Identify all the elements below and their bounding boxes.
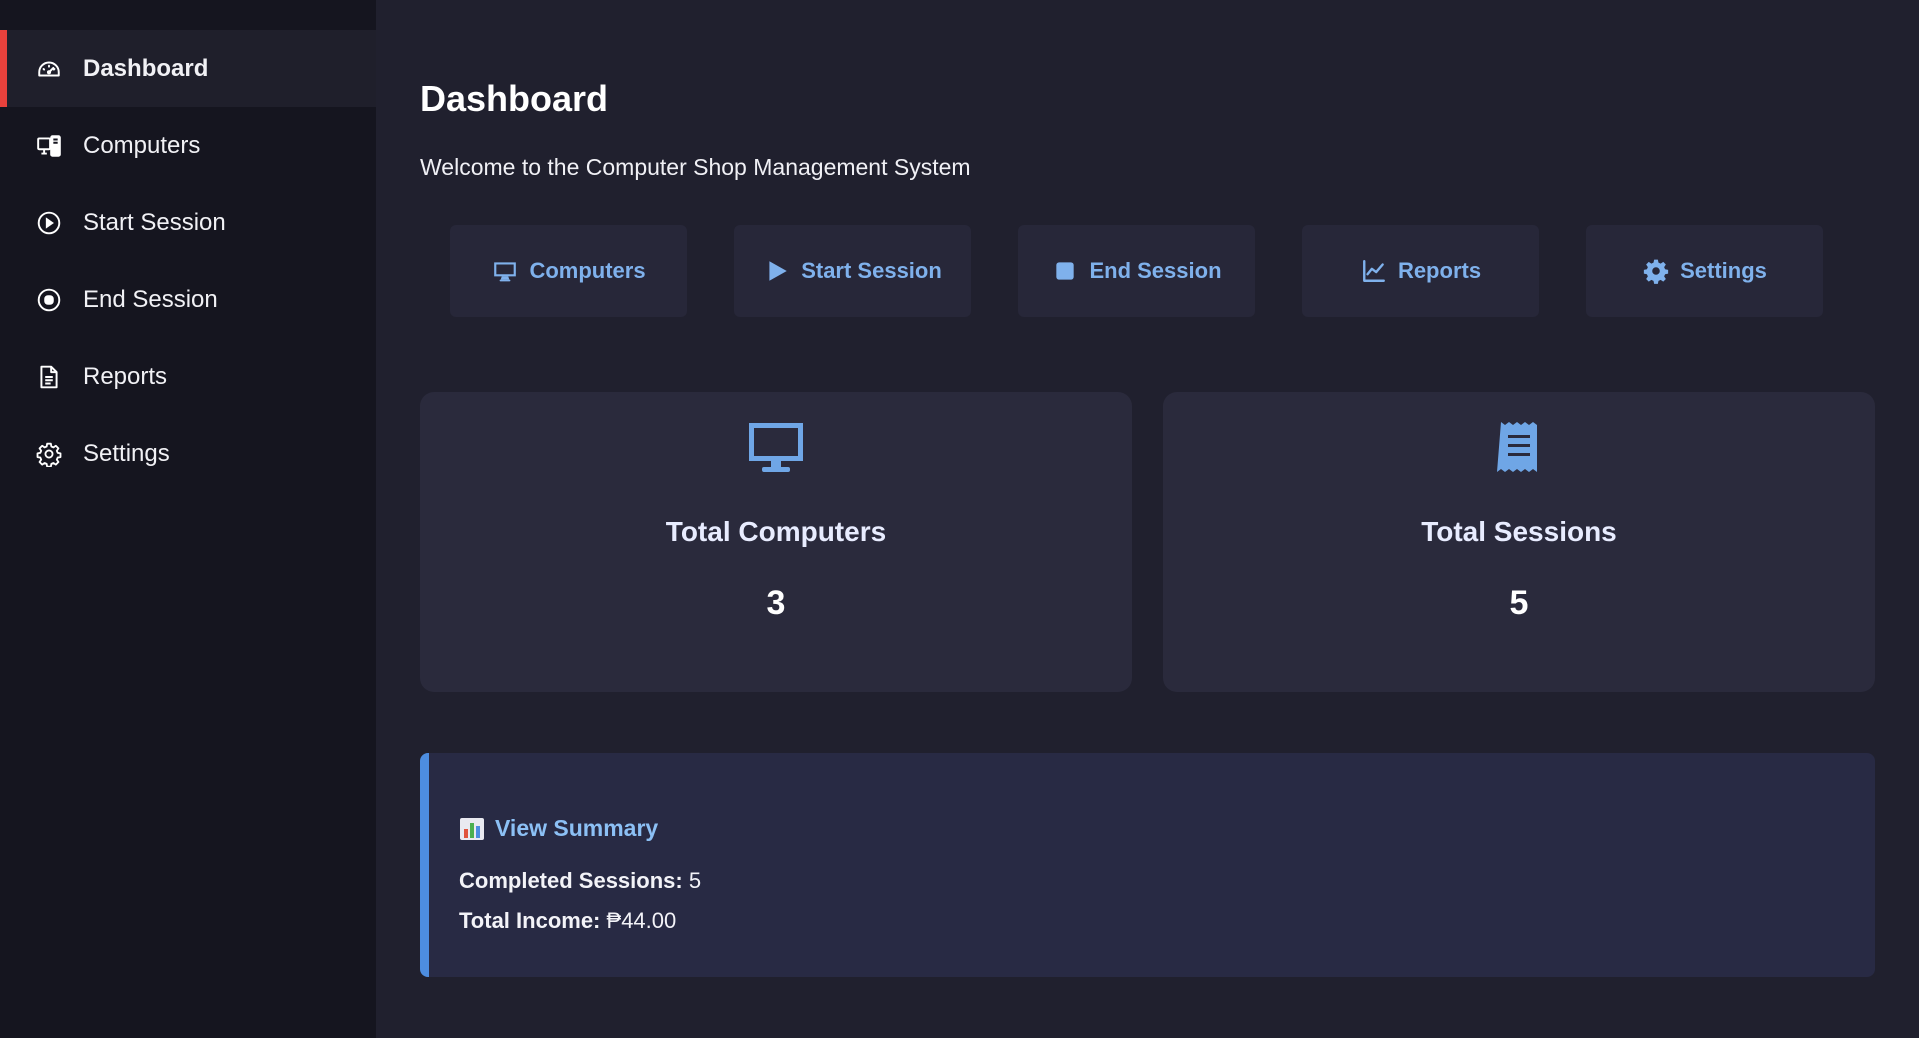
reports-button-label: Reports bbox=[1397, 258, 1482, 283]
document-icon bbox=[35, 363, 63, 391]
desktop-icon bbox=[491, 257, 519, 285]
bar-chart-emoji-icon bbox=[459, 817, 485, 841]
stop-icon bbox=[1051, 257, 1079, 285]
settings-button-label: Settings bbox=[1680, 258, 1767, 283]
start-session-button[interactable]: Start Session bbox=[734, 225, 971, 317]
sidebar-item-settings[interactable]: Settings bbox=[0, 415, 376, 492]
summary-title-label: View Summary bbox=[495, 815, 659, 841]
page-title: Dashboard bbox=[420, 78, 609, 119]
completed-sessions-label: Completed Sessions: bbox=[459, 868, 683, 893]
computers-button[interactable]: Computers bbox=[450, 225, 687, 317]
quick-actions: Computers Start Session End Session Repo… bbox=[420, 225, 1875, 317]
page-subtitle: Welcome to the Computer Shop Management … bbox=[420, 154, 971, 180]
line-chart-icon bbox=[1360, 257, 1388, 285]
total-income-label: Total Income: bbox=[459, 908, 601, 933]
end-session-button[interactable]: End Session bbox=[1018, 225, 1255, 317]
stat-label: Total Computers bbox=[665, 516, 887, 547]
sidebar-item-reports[interactable]: Reports bbox=[0, 338, 376, 415]
sidebar-item-label: Computers bbox=[83, 131, 201, 159]
view-summary-link[interactable]: View Summary bbox=[459, 815, 1875, 842]
sidebar-item-start-session[interactable]: Start Session bbox=[0, 184, 376, 261]
sidebar-item-dashboard[interactable]: Dashboard bbox=[0, 30, 376, 107]
gear-icon bbox=[35, 440, 63, 468]
reports-button[interactable]: Reports bbox=[1302, 225, 1539, 317]
settings-button[interactable]: Settings bbox=[1586, 225, 1823, 317]
devices-icon bbox=[35, 132, 63, 160]
stop-circle-icon bbox=[35, 286, 63, 314]
sidebar-item-end-session[interactable]: End Session bbox=[0, 261, 376, 338]
app: Dashboard Computers Start Session End Se… bbox=[0, 0, 1919, 1038]
sidebar-item-label: End Session bbox=[83, 285, 218, 313]
start-session-button-label: Start Session bbox=[801, 258, 942, 283]
sidebar-item-computers[interactable]: Computers bbox=[0, 107, 376, 184]
total-sessions-card: Total Sessions 5 bbox=[1163, 392, 1875, 692]
total-income-value: ₱44.00 bbox=[606, 908, 677, 933]
sidebar-item-label: Settings bbox=[83, 439, 170, 467]
sidebar-item-label: Reports bbox=[83, 362, 168, 390]
sidebar-item-label: Dashboard bbox=[83, 54, 209, 82]
play-icon bbox=[763, 257, 791, 285]
total-computers-card: Total Computers 3 bbox=[420, 392, 1132, 692]
completed-sessions-value: 5 bbox=[688, 868, 702, 893]
gear-icon bbox=[1642, 257, 1670, 285]
total-income-line: Total Income: ₱44.00 bbox=[459, 908, 1875, 934]
stat-value: 5 bbox=[1509, 584, 1529, 622]
stat-value: 3 bbox=[766, 584, 786, 622]
gauge-icon bbox=[35, 55, 63, 83]
stat-label: Total Sessions bbox=[1421, 516, 1617, 547]
computers-button-label: Computers bbox=[529, 258, 646, 283]
summary-panel: View Summary Completed Sessions: 5 Total… bbox=[420, 753, 1875, 977]
desktop-icon bbox=[746, 420, 806, 476]
play-circle-icon bbox=[35, 209, 63, 237]
stats-row: Total Computers 3 Total Sessions 5 bbox=[420, 392, 1875, 692]
sidebar-item-label: Start Session bbox=[83, 208, 226, 236]
sidebar: Dashboard Computers Start Session End Se… bbox=[0, 0, 376, 1038]
main-content: Dashboard Welcome to the Computer Shop M… bbox=[376, 0, 1919, 1038]
end-session-button-label: End Session bbox=[1089, 258, 1222, 283]
completed-sessions-line: Completed Sessions: 5 bbox=[459, 868, 1875, 894]
receipt-icon bbox=[1489, 420, 1549, 476]
